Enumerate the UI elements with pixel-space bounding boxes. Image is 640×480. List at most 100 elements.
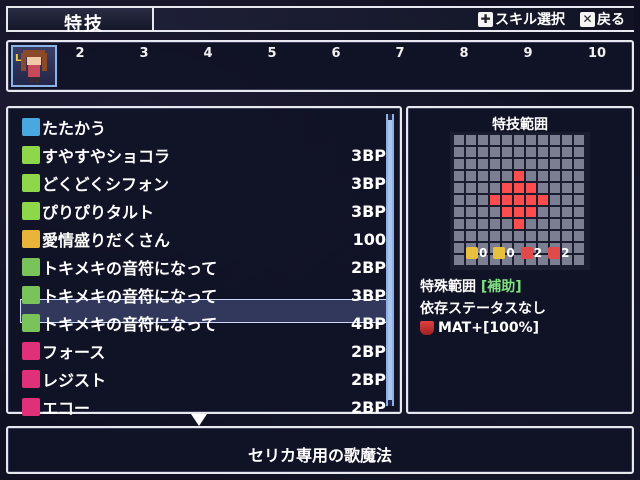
range-cell <box>538 219 548 229</box>
range-cell <box>478 219 488 229</box>
flask-icon <box>420 321 434 335</box>
range-cell <box>502 159 512 169</box>
vo-icon <box>22 342 40 360</box>
skill-name: レジスト <box>42 371 107 390</box>
range-cell <box>454 159 464 169</box>
skill-name: 愛情盛りだくさん <box>42 231 171 250</box>
range-cell <box>478 207 488 217</box>
range-cell <box>574 195 584 205</box>
skill-list-panel: たたかう すやすやショコラ 3BP どくどくシフォン 3BP ぴりぴりタルト 3BP 愛情盛り… <box>6 106 402 418</box>
arrow-down-icon <box>548 247 561 259</box>
party-slot-3[interactable]: 3 <box>134 46 154 61</box>
range-cell <box>538 147 548 157</box>
range-cell <box>538 159 548 169</box>
range-cell <box>502 195 512 205</box>
effect-text: MAT+[100%] <box>438 320 540 336</box>
skill-name: エコー <box>42 399 91 418</box>
party-slot-9[interactable]: 9 <box>518 46 538 61</box>
range-cell <box>514 171 524 181</box>
range-cell <box>574 231 584 241</box>
range-cell <box>514 147 524 157</box>
skill-row[interactable]: トキメキの音符になって 4BP <box>22 310 386 336</box>
party-slot-6[interactable]: 6 <box>326 46 346 61</box>
range-cell <box>550 135 560 145</box>
range-cell <box>502 183 512 193</box>
character-portrait[interactable]: L <box>11 45 57 87</box>
skill-row[interactable]: たたかう <box>22 114 386 140</box>
modifier-value: 0 <box>479 246 488 260</box>
skill-row[interactable]: すやすやショコラ 3BP <box>22 142 386 168</box>
range-cell <box>502 147 512 157</box>
skill-name: たたかう <box>42 119 107 138</box>
range-cell <box>574 255 584 265</box>
range-cell <box>502 231 512 241</box>
skill-cost: 2BP <box>350 257 386 277</box>
skill-name: ぴりぴりタルト <box>42 203 155 222</box>
party-slot-7[interactable]: 7 <box>390 46 410 61</box>
range-cell <box>574 147 584 157</box>
range-cell <box>502 219 512 229</box>
range-tag: [補助] <box>480 279 522 295</box>
range-cell <box>502 135 512 145</box>
party-slot-4[interactable]: 4 <box>198 46 218 61</box>
character-sprite-icon: L <box>15 50 47 83</box>
party-slot-5[interactable]: 5 <box>262 46 282 61</box>
range-cell <box>562 219 572 229</box>
skill-row[interactable]: ぴりぴりタルト 3BP <box>22 198 386 224</box>
range-cell <box>466 159 476 169</box>
range-cell <box>490 183 500 193</box>
range-cell <box>490 159 500 169</box>
skill-cost: 2BP <box>350 341 386 361</box>
range-cell <box>454 183 464 193</box>
skill-row[interactable]: トキメキの音符になって 2BP <box>22 254 386 280</box>
page-title: 特技 <box>64 14 104 35</box>
range-cell <box>502 171 512 181</box>
arrow-up-icon <box>466 247 478 259</box>
range-cell <box>562 195 572 205</box>
modifier-up-red: 2 <box>520 246 542 260</box>
svg-text:L: L <box>15 53 22 64</box>
range-cell <box>514 195 524 205</box>
party-slot-8[interactable]: 8 <box>454 46 474 61</box>
party-slot-2[interactable]: 2 <box>70 46 90 61</box>
range-cell <box>562 207 572 217</box>
skill-cost: 3BP <box>350 285 386 305</box>
range-label: 特殊範囲 <box>420 279 476 295</box>
range-cell <box>490 147 500 157</box>
party-slot-10[interactable]: 10 <box>587 46 607 61</box>
skill-row[interactable]: どくどくシフォン 3BP <box>22 170 386 196</box>
skill-row[interactable]: レジスト 2BP <box>22 366 386 392</box>
skill-row[interactable]: トキメキの音符になって 3BP <box>22 282 386 308</box>
skill-cost: 2BP <box>350 369 386 389</box>
dpad-icon: ✚ <box>478 11 493 27</box>
range-cell <box>550 207 560 217</box>
range-cell <box>526 135 536 145</box>
range-cell <box>466 147 476 157</box>
skill-select-hint[interactable]: ✚ スキル選択 <box>478 9 565 29</box>
range-cell <box>514 135 524 145</box>
skill-row[interactable]: 愛情盛りだくさん 100 <box>22 226 386 252</box>
scrollbar-thumb[interactable] <box>388 120 392 400</box>
party-bar: L 2 3 4 5 6 7 8 9 10 <box>6 40 634 92</box>
range-cell <box>538 231 548 241</box>
range-cell <box>454 195 464 205</box>
range-cell <box>574 171 584 181</box>
modifier-value: 2 <box>561 246 570 260</box>
range-cell <box>454 255 464 265</box>
skill-row[interactable]: フォース 2BP <box>22 338 386 364</box>
vo-icon <box>22 370 40 388</box>
heart-food-icon <box>22 230 40 248</box>
range-cell <box>466 195 476 205</box>
range-cell <box>514 183 524 193</box>
back-hint[interactable]: ✕ 戻る <box>580 9 625 29</box>
plus-icon <box>22 202 40 220</box>
scroll-down-icon[interactable] <box>191 414 207 426</box>
back-label: 戻る <box>597 12 625 28</box>
modifier-down-red: 2 <box>548 246 569 260</box>
range-cell <box>574 135 584 145</box>
range-cell <box>478 231 488 241</box>
range-cell <box>490 207 500 217</box>
range-cell <box>550 219 560 229</box>
range-cell <box>526 207 536 217</box>
modifier-value: 0 <box>506 246 515 260</box>
